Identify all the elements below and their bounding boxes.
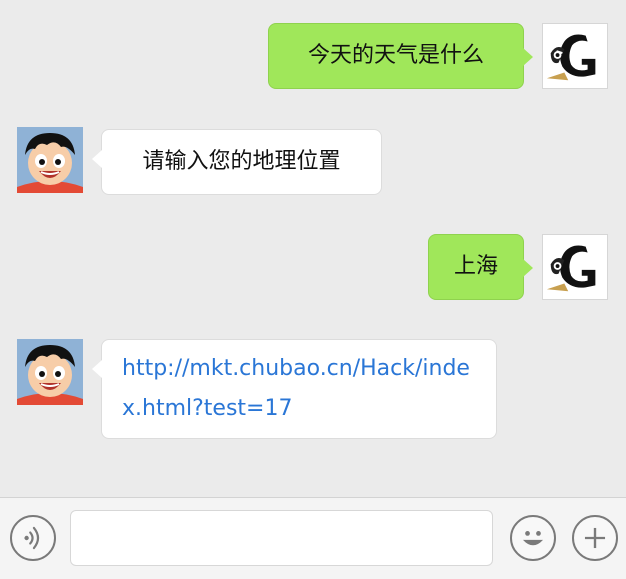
gothic-letter-g-avatar-icon[interactable] [542,234,608,300]
plus-icon [584,527,606,549]
plus-button[interactable] [572,515,618,561]
message-link[interactable]: http://mkt.chubao.cn/Hack/index.html?tes… [122,349,482,429]
received-message-bubble[interactable]: 请输入您的地理位置 [92,129,382,195]
gothic-letter-g-avatar-icon[interactable] [542,23,608,89]
message-input[interactable] [70,510,493,566]
received-link-bubble[interactable]: http://mkt.chubao.cn/Hack/index.html?tes… [92,339,497,439]
chat-input-bar [0,497,626,579]
voice-icon [24,526,40,550]
cartoon-boy-avatar-icon[interactable] [17,339,83,405]
voice-button[interactable] [10,515,56,561]
chat-area: 今天的天气是什么 请输入您的地理位置 上海 http://mkt.chubao.… [0,0,626,497]
emoji-button[interactable] [510,515,556,561]
emoji-icon [522,531,544,546]
sent-message-bubble[interactable]: 上海 [428,234,533,300]
message-text: 请输入您的地理位置 [142,149,341,174]
message-text: 上海 [453,254,498,279]
cartoon-boy-avatar-icon[interactable] [17,127,83,193]
message-text: 今天的天气是什么 [307,43,484,68]
sent-message-bubble[interactable]: 今天的天气是什么 [268,23,533,89]
